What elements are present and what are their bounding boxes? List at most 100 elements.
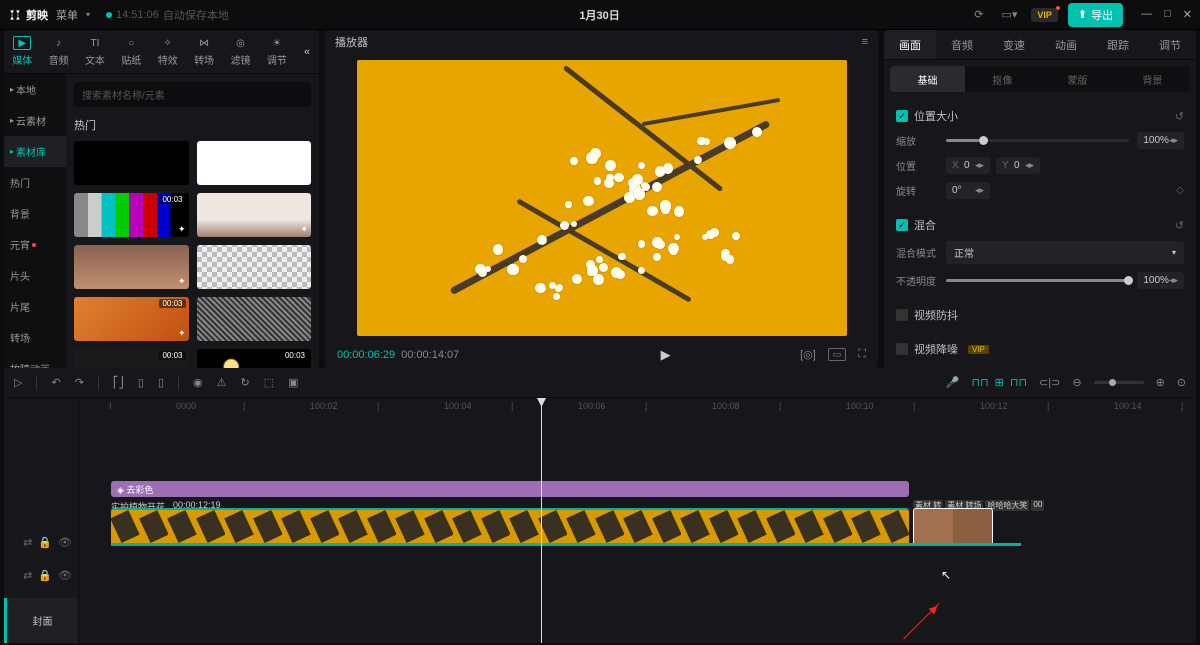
sidebar-item-热门[interactable]: 热门	[4, 167, 66, 198]
zoom-fit-icon[interactable]: ⊙	[1177, 376, 1186, 389]
play-button[interactable]: ▶	[661, 347, 671, 363]
compare-icon[interactable]: [◎]	[800, 348, 816, 361]
stabilize-checkbox[interactable]: ✓	[896, 309, 908, 321]
media-thumbnail[interactable]: 00:03✦	[74, 193, 189, 237]
rotate-value-input[interactable]: 0°◂▸	[946, 182, 990, 199]
adjust-clip[interactable]: ◈ 去彩色	[111, 481, 909, 497]
pos-size-checkbox[interactable]: ✓	[896, 110, 908, 122]
blend-mode-select[interactable]: 正常▾	[946, 241, 1184, 264]
media-thumbnail[interactable]	[197, 141, 312, 185]
rotate-keyframe-icon[interactable]: ◇	[1176, 185, 1184, 196]
preview-menu-icon[interactable]: ≡	[862, 36, 868, 48]
cover-button[interactable]: 封面	[4, 598, 78, 643]
minimize-button[interactable]: —	[1141, 8, 1152, 21]
menu-chevron[interactable]: ▾	[86, 10, 90, 19]
sidebar-item-云素材[interactable]: 云素材	[4, 105, 66, 136]
scale-value-input[interactable]: 100%◂▸	[1137, 132, 1184, 149]
tool-tab-音频[interactable]: ♪音频	[40, 30, 76, 73]
sidebar-item-片头[interactable]: 片头	[4, 260, 66, 291]
redo-icon[interactable]: ↷	[75, 376, 84, 389]
props-tab-变速[interactable]: 变速	[988, 30, 1040, 59]
blend-reset-icon[interactable]: ↺	[1175, 219, 1184, 232]
crop-icon[interactable]: ⬚	[264, 376, 274, 389]
media-thumbnail[interactable]	[74, 141, 189, 185]
smart-icon[interactable]: ▣	[288, 376, 298, 389]
media-thumbnail[interactable]: 00:03	[74, 349, 189, 368]
favorite-icon[interactable]: ✦	[178, 224, 186, 235]
scale-slider[interactable]	[946, 139, 1129, 142]
media-thumbnail[interactable]: ✦	[197, 193, 312, 237]
adjust-track[interactable]: ◈ 去彩色	[79, 478, 1196, 500]
playhead[interactable]	[541, 398, 542, 643]
zoom-in-icon[interactable]: ⊕	[1156, 376, 1165, 389]
video-clip-main[interactable]	[111, 508, 909, 546]
timeline-tracks[interactable]: I0000|100:02|100:04|100:06|100:08|100:10…	[79, 398, 1196, 643]
preview-link-icon[interactable]: ⊂|⊃	[1039, 376, 1060, 389]
favorite-icon[interactable]: ✦	[178, 276, 186, 287]
tool-tab-特效[interactable]: ✧特效	[150, 30, 186, 73]
media-thumbnail[interactable]: 00:03	[197, 349, 312, 368]
track-head-video[interactable]: ⇄🔒👁	[4, 553, 78, 598]
maximize-button[interactable]: □	[1164, 8, 1171, 21]
zoom-slider[interactable]	[1094, 381, 1144, 384]
magnet3-icon[interactable]: ⊓⊓	[1010, 376, 1027, 389]
props-tab-跟踪[interactable]: 跟踪	[1092, 30, 1144, 59]
zoom-out-icon[interactable]: ⊖	[1072, 376, 1081, 389]
tool-tab-调节[interactable]: ☀调节	[259, 30, 295, 73]
props-subtab-基础[interactable]: 基础	[890, 66, 965, 92]
blend-checkbox[interactable]: ✓	[896, 219, 908, 231]
freeze-icon[interactable]: ◉	[193, 376, 203, 389]
props-tab-调节[interactable]: 调节	[1144, 30, 1196, 59]
search-input[interactable]: 搜索素材名称/元素	[74, 82, 311, 107]
delete-left-icon[interactable]: ▯	[138, 376, 144, 389]
close-button[interactable]: ✕	[1183, 8, 1192, 21]
favorite-icon[interactable]: ✦	[178, 328, 186, 339]
sidebar-item-本地[interactable]: 本地	[4, 74, 66, 105]
aspect-ratio-button[interactable]: ▭	[828, 348, 847, 361]
position-y-input[interactable]: Y0◂▸	[996, 157, 1040, 174]
export-button[interactable]: ⬆ 导出	[1068, 3, 1123, 27]
rotate-icon[interactable]: ↻	[241, 376, 250, 389]
main-menu[interactable]: 菜单	[56, 7, 78, 23]
sidebar-item-元宵[interactable]: 元宵	[4, 229, 66, 260]
timeline-ruler[interactable]: I0000|100:02|100:04|100:06|100:08|100:10…	[79, 398, 1196, 416]
collapse-icon[interactable]: «	[295, 30, 319, 73]
vip-badge[interactable]: VIP	[1031, 8, 1058, 22]
opacity-slider[interactable]	[946, 279, 1129, 282]
props-tab-动画[interactable]: 动画	[1040, 30, 1092, 59]
media-thumbnail[interactable]: 00:03✦	[74, 297, 189, 341]
track-head-adjust[interactable]: ⇄🔒👁	[4, 531, 78, 553]
pos-size-reset-icon[interactable]: ↺	[1175, 110, 1184, 123]
tool-tab-文本[interactable]: TI文本	[77, 30, 113, 73]
sidebar-item-转场[interactable]: 转场	[4, 322, 66, 353]
sidebar-item-故障动画[interactable]: 故障动画	[4, 353, 66, 368]
tool-tab-转场[interactable]: ⋈转场	[186, 30, 222, 73]
media-thumbnail[interactable]	[197, 297, 312, 341]
history-icon[interactable]: ⟳	[970, 6, 987, 23]
position-x-input[interactable]: X0◂▸	[946, 157, 990, 174]
media-thumbnail[interactable]	[197, 245, 312, 289]
tool-tab-滤镜[interactable]: ◎滤镜	[222, 30, 258, 73]
props-subtab-抠像[interactable]: 抠像	[965, 66, 1040, 92]
split-icon[interactable]: ⎡⎦	[113, 376, 124, 389]
preview-body[interactable]	[325, 54, 878, 342]
magnet1-icon[interactable]: ⊓⊓	[971, 376, 988, 389]
media-thumbnail[interactable]: ✦	[74, 245, 189, 289]
sidebar-item-素材库[interactable]: 素材库	[4, 136, 66, 167]
video-track[interactable]: 实拍植物开花 00:00:12:19 素材 转素材 转场哈哈哈大笑00	[79, 500, 1196, 545]
sidebar-item-片尾[interactable]: 片尾	[4, 291, 66, 322]
magnet2-icon[interactable]: ⊞	[995, 376, 1004, 389]
props-subtab-蒙版[interactable]: 蒙版	[1040, 66, 1115, 92]
props-subtab-背景[interactable]: 背景	[1115, 66, 1190, 92]
fullscreen-icon[interactable]: ⛶	[858, 348, 866, 361]
props-tab-音频[interactable]: 音频	[936, 30, 988, 59]
layout-icon[interactable]: ▭▾	[997, 6, 1021, 23]
select-tool-icon[interactable]: ▷	[14, 376, 22, 389]
tool-tab-贴纸[interactable]: ○贴纸	[113, 30, 149, 73]
sidebar-item-背景[interactable]: 背景	[4, 198, 66, 229]
tool-tab-媒体[interactable]: ▶媒体	[4, 30, 40, 73]
video-clip-2[interactable]	[913, 508, 993, 546]
opacity-value-input[interactable]: 100%◂▸	[1137, 272, 1184, 289]
props-tab-画面[interactable]: 画面	[884, 30, 936, 59]
project-title[interactable]: 1月30日	[229, 7, 970, 23]
